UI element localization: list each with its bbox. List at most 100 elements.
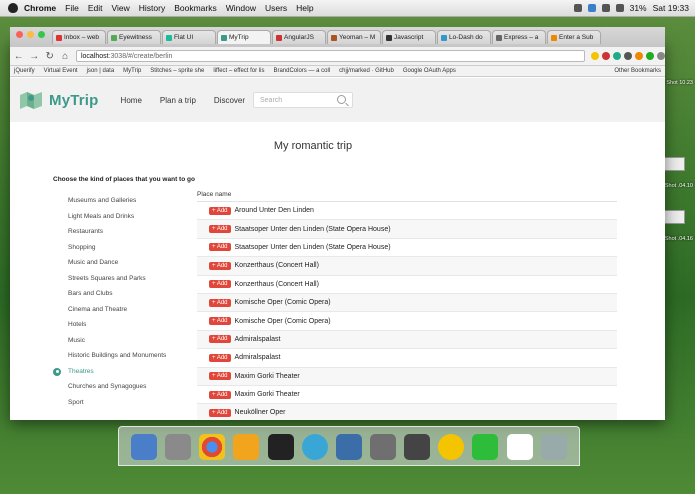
extension-icon[interactable] bbox=[612, 52, 621, 60]
tab-mytrip[interactable]: MyTrip bbox=[217, 30, 271, 44]
add-button[interactable]: + Add bbox=[209, 353, 231, 362]
chrome-icon[interactable] bbox=[199, 434, 226, 460]
menu-file[interactable]: File bbox=[65, 3, 79, 13]
add-button[interactable]: + Add bbox=[209, 225, 231, 234]
status-icon[interactable] bbox=[573, 4, 582, 12]
menu-history[interactable]: History bbox=[139, 3, 165, 13]
category-item[interactable]: Music bbox=[53, 333, 193, 349]
add-button[interactable]: + Add bbox=[209, 408, 231, 417]
reload-icon[interactable]: ↻ bbox=[43, 51, 56, 62]
menu-window[interactable]: Window bbox=[226, 3, 256, 13]
extension-icon[interactable] bbox=[601, 52, 610, 60]
add-button[interactable]: + Add bbox=[209, 298, 231, 307]
menu-edit[interactable]: Edit bbox=[88, 3, 103, 13]
bookmark-item[interactable]: liffect – effect for lis bbox=[213, 68, 264, 74]
line-icon[interactable] bbox=[472, 434, 499, 460]
category-item[interactable]: Hotels bbox=[53, 317, 193, 333]
category-item[interactable]: Cinema and Theatre bbox=[53, 302, 193, 318]
desktop-file-icon[interactable] bbox=[663, 210, 685, 224]
category-item[interactable]: Light Meals and Drinks bbox=[53, 209, 193, 225]
tab-lodash[interactable]: Lo-Dash do bbox=[437, 30, 491, 44]
app-icon[interactable] bbox=[335, 434, 362, 460]
nav-plan-a-trip[interactable]: Plan a trip bbox=[160, 96, 196, 105]
system-preferences-icon[interactable] bbox=[165, 434, 192, 460]
add-button[interactable]: + Add bbox=[209, 317, 231, 326]
bookmark-item[interactable]: BrandColors — a coll bbox=[273, 68, 330, 74]
other-bookmarks[interactable]: Other Bookmarks bbox=[614, 68, 661, 74]
category-item[interactable]: Music and Dance bbox=[53, 255, 193, 271]
tab-express[interactable]: Express – a bbox=[492, 30, 546, 44]
menu-icon[interactable] bbox=[656, 52, 665, 60]
bookmark-item[interactable]: Stitches – sprite she bbox=[150, 68, 204, 74]
desktop-file-icon[interactable] bbox=[663, 157, 685, 171]
add-button[interactable]: + Add bbox=[209, 261, 231, 270]
category-item[interactable]: Sport bbox=[53, 395, 193, 411]
tab-javascript[interactable]: Javascript bbox=[382, 30, 436, 44]
app-logo-text[interactable]: MyTrip bbox=[49, 92, 99, 109]
minimize-icon[interactable] bbox=[27, 31, 34, 38]
menu-users[interactable]: Users bbox=[265, 3, 287, 13]
clock[interactable]: Sat 19:33 bbox=[653, 3, 689, 13]
tab-flatui[interactable]: Flat UI bbox=[162, 30, 216, 44]
bookmark-item[interactable]: chjj/marked · GitHub bbox=[339, 68, 394, 74]
menu-help[interactable]: Help bbox=[296, 3, 313, 13]
trash-icon[interactable] bbox=[540, 434, 567, 460]
app-icon[interactable] bbox=[301, 434, 328, 460]
document-icon[interactable] bbox=[506, 434, 533, 460]
apple-icon[interactable] bbox=[8, 3, 18, 13]
nav-discover[interactable]: Discover bbox=[214, 96, 245, 105]
tab-yeoman[interactable]: Yeoman – M bbox=[327, 30, 381, 44]
preview-icon[interactable] bbox=[370, 434, 397, 460]
search-input[interactable]: Search bbox=[253, 92, 353, 108]
dropbox-icon[interactable] bbox=[587, 4, 596, 12]
extension-icon[interactable] bbox=[634, 52, 643, 60]
search-icon[interactable] bbox=[337, 95, 346, 104]
category-item[interactable]: Museums and Galleries bbox=[53, 193, 193, 209]
category-item[interactable]: Churches and Synagogues bbox=[53, 379, 193, 395]
tab-label: Flat UI bbox=[174, 34, 194, 41]
wifi-icon[interactable] bbox=[601, 4, 610, 12]
terminal-icon[interactable] bbox=[267, 434, 294, 460]
star-icon[interactable] bbox=[590, 52, 599, 60]
app-icon[interactable] bbox=[404, 434, 431, 460]
home-icon[interactable]: ⌂ bbox=[58, 51, 71, 62]
category-item[interactable]: Restaurants bbox=[53, 224, 193, 240]
category-item[interactable]: Shopping bbox=[53, 240, 193, 256]
add-button[interactable]: + Add bbox=[209, 372, 231, 381]
tab-enter[interactable]: Enter a Sub bbox=[547, 30, 601, 44]
close-icon[interactable] bbox=[16, 31, 23, 38]
category-item[interactable]: Historic Buildings and Monuments bbox=[53, 348, 193, 364]
add-button[interactable]: + Add bbox=[209, 335, 231, 344]
category-item-active[interactable]: Theatres bbox=[53, 364, 193, 380]
add-button[interactable]: + Add bbox=[209, 390, 231, 399]
add-button[interactable]: + Add bbox=[209, 206, 231, 215]
bookmark-item[interactable]: MyTrip bbox=[123, 68, 141, 74]
volume-icon[interactable] bbox=[615, 4, 624, 12]
category-item[interactable]: Streets Squares and Parks bbox=[53, 271, 193, 287]
back-icon[interactable]: ← bbox=[12, 51, 25, 62]
category-item[interactable]: Bars and Clubs bbox=[53, 286, 193, 302]
bookmark-item[interactable]: Virtual Event bbox=[44, 68, 78, 74]
bookmark-item[interactable]: Google OAuth Apps bbox=[403, 68, 456, 74]
menu-bookmarks[interactable]: Bookmarks bbox=[174, 3, 217, 13]
zoom-icon[interactable] bbox=[38, 31, 45, 38]
nav-home[interactable]: Home bbox=[121, 96, 142, 105]
add-button[interactable]: + Add bbox=[209, 243, 231, 252]
tab-angularjs[interactable]: AngularJS bbox=[272, 30, 326, 44]
sublime-text-icon[interactable] bbox=[233, 434, 260, 460]
finder-icon[interactable] bbox=[131, 434, 158, 460]
extension-icon[interactable] bbox=[645, 52, 654, 60]
address-bar[interactable]: localhost:3038/#/create/berlin bbox=[75, 50, 585, 62]
tab-eyewitness[interactable]: Eyewitness bbox=[107, 30, 161, 44]
bookmark-item[interactable]: jQuerify bbox=[14, 68, 35, 74]
menu-view[interactable]: View bbox=[111, 3, 129, 13]
bookmark-item[interactable]: json | data bbox=[87, 68, 115, 74]
menu-app[interactable]: Chrome bbox=[24, 3, 56, 13]
app-icon[interactable] bbox=[438, 434, 465, 460]
battery-status[interactable]: 31% bbox=[630, 3, 647, 13]
add-button[interactable]: + Add bbox=[209, 280, 231, 289]
tab-inbox[interactable]: Inbox – web bbox=[52, 30, 106, 44]
forward-icon[interactable]: → bbox=[27, 51, 40, 62]
map-logo-icon[interactable] bbox=[20, 91, 42, 109]
extension-icon[interactable] bbox=[623, 52, 632, 60]
